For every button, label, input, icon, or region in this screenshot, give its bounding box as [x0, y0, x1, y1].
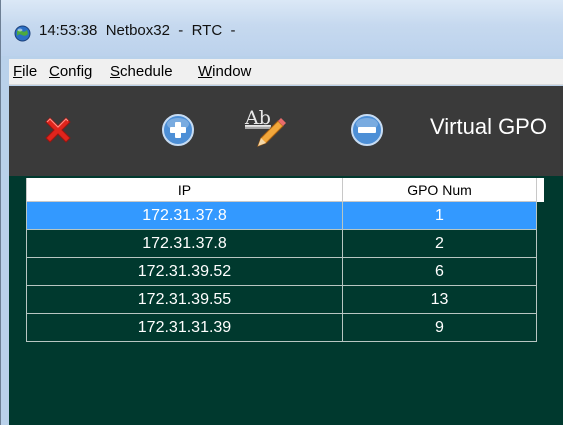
cell-gpo-num: 1 [343, 202, 537, 230]
title-bar[interactable]: 14:53:38 Netbox32 - RTC - [1, 0, 563, 56]
menu-window[interactable]: Window [198, 63, 251, 80]
content-area: IP GPO Num 172.31.37.8 1 172.31.37.8 2 172.3… [9, 176, 563, 425]
cell-ip: 172.31.37.8 [26, 202, 343, 230]
cell-ip: 172.31.39.55 [26, 286, 343, 314]
table-row[interactable]: 172.31.37.8 1 [26, 202, 544, 230]
panel-title: Virtual GPO [430, 114, 547, 139]
table-body: 172.31.37.8 1 172.31.37.8 2 172.31.39.52 6 172… [26, 202, 544, 342]
delete-icon[interactable] [41, 113, 75, 147]
gpo-table: IP GPO Num 172.31.37.8 1 172.31.37.8 2 172.3… [26, 178, 544, 342]
cell-ip: 172.31.39.52 [26, 258, 343, 286]
menu-file[interactable]: File [13, 63, 37, 80]
menu-bar: File Config Schedule Window [9, 59, 563, 85]
table-header: IP GPO Num [26, 178, 544, 202]
cell-ip: 172.31.31.39 [26, 314, 343, 342]
column-header-ip[interactable]: IP [26, 178, 343, 202]
column-header-gpo-num[interactable]: GPO Num [343, 178, 537, 202]
svg-text:Ab: Ab [244, 107, 271, 129]
remove-icon[interactable] [350, 113, 384, 147]
menu-config[interactable]: Config [49, 63, 92, 80]
globe-icon [14, 25, 31, 42]
app-window: 14:53:38 Netbox32 - RTC - File Config Sc… [0, 0, 563, 425]
menu-schedule[interactable]: Schedule [110, 63, 173, 80]
table-row[interactable]: 172.31.31.39 9 [26, 314, 544, 342]
cell-gpo-num: 2 [343, 230, 537, 258]
window-title: 14:53:38 Netbox32 - RTC - [39, 22, 236, 39]
rename-icon[interactable]: Ab [244, 104, 288, 150]
table-row[interactable]: 172.31.37.8 2 [26, 230, 544, 258]
cell-gpo-num: 6 [343, 258, 537, 286]
toolbar: Ab Virtual GPO [9, 86, 563, 176]
cell-gpo-num: 9 [343, 314, 537, 342]
table-row[interactable]: 172.31.39.55 13 [26, 286, 544, 314]
cell-ip: 172.31.37.8 [26, 230, 343, 258]
cell-gpo-num: 13 [343, 286, 537, 314]
add-icon[interactable] [161, 113, 195, 147]
table-row[interactable]: 172.31.39.52 6 [26, 258, 544, 286]
